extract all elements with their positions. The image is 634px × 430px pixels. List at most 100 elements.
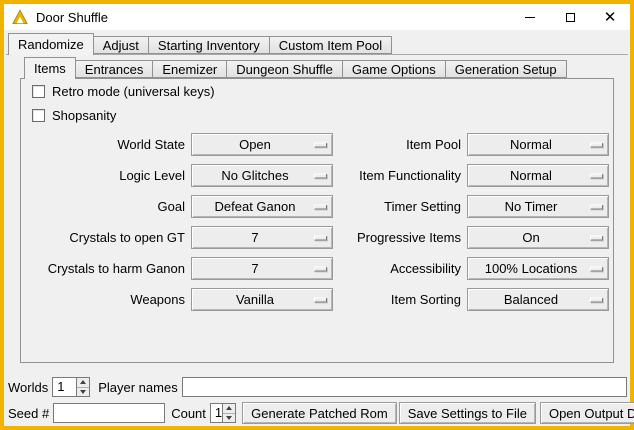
- tab-game-options[interactable]: Game Options: [342, 60, 446, 78]
- count-label: Count: [171, 406, 206, 421]
- weapons-label: Weapons: [30, 288, 185, 311]
- retro-mode-checkbox-label: Retro mode (universal keys): [52, 84, 215, 99]
- player-names-label: Player names: [98, 380, 177, 395]
- menu-indicator-icon: [314, 142, 327, 147]
- worlds-spinbox[interactable]: 1: [52, 377, 90, 397]
- item-pool-label: Item Pool: [339, 133, 461, 156]
- menu-indicator-icon: [590, 142, 603, 147]
- world-state-label: World State: [30, 133, 185, 156]
- crystals-harm-ganon-value: 7: [251, 261, 258, 276]
- item-pool-value: Normal: [510, 137, 552, 152]
- logic-level-label: Logic Level: [30, 164, 185, 187]
- tab-dungeon-shuffle[interactable]: Dungeon Shuffle: [226, 60, 343, 78]
- generation-row: Seed # Count 1 Generate Patched Rom Save…: [8, 402, 627, 424]
- outer-notebook-pane-border: [6, 54, 628, 55]
- tab-generation-setup[interactable]: Generation Setup: [445, 60, 567, 78]
- menu-indicator-icon: [590, 173, 603, 178]
- item-pool-dropdown[interactable]: Normal: [467, 133, 609, 156]
- weapons-dropdown[interactable]: Vanilla: [191, 288, 333, 311]
- item-functionality-dropdown[interactable]: Normal: [467, 164, 609, 187]
- arrow-up-icon[interactable]: [223, 404, 235, 413]
- menu-indicator-icon: [314, 235, 327, 240]
- count-value: 1: [211, 404, 222, 422]
- titlebar: Door Shuffle ✕: [4, 4, 630, 30]
- seed-input[interactable]: [53, 403, 165, 423]
- crystals-open-gt-label: Crystals to open GT: [30, 226, 185, 249]
- crystals-open-gt-value: 7: [251, 230, 258, 245]
- goal-label: Goal: [30, 195, 185, 218]
- inner-tab-bar: Items Entrances Enemizer Dungeon Shuffle…: [24, 57, 566, 78]
- menu-indicator-icon: [590, 297, 603, 302]
- menu-indicator-icon: [314, 266, 327, 271]
- progressive-items-dropdown[interactable]: On: [467, 226, 609, 249]
- seed-label: Seed #: [8, 406, 49, 421]
- open-output-directory-button[interactable]: Open Output Directory: [540, 402, 634, 424]
- progressive-items-label: Progressive Items: [339, 226, 461, 249]
- crystals-harm-ganon-dropdown[interactable]: 7: [191, 257, 333, 280]
- arrow-down-icon[interactable]: [223, 413, 235, 423]
- menu-indicator-icon: [314, 173, 327, 178]
- menu-indicator-icon: [590, 204, 603, 209]
- app-triforce-icon: [12, 9, 28, 25]
- close-button[interactable]: ✕: [590, 4, 630, 30]
- goal-dropdown[interactable]: Defeat Ganon: [191, 195, 333, 218]
- shopsanity-checkbox[interactable]: Shopsanity: [32, 107, 116, 123]
- tab-entrances[interactable]: Entrances: [75, 60, 154, 78]
- tab-starting-inventory[interactable]: Starting Inventory: [148, 36, 270, 54]
- count-spinner-buttons: [222, 404, 235, 422]
- menu-indicator-icon: [590, 235, 603, 240]
- maximize-icon: [566, 13, 575, 22]
- accessibility-value: 100% Locations: [485, 261, 578, 276]
- worlds-value: 1: [53, 378, 76, 396]
- logic-level-value: No Glitches: [221, 168, 288, 183]
- item-functionality-label: Item Functionality: [339, 164, 461, 187]
- logic-level-dropdown[interactable]: No Glitches: [191, 164, 333, 187]
- arrow-down-icon[interactable]: [77, 387, 89, 397]
- accessibility-label: Accessibility: [339, 257, 461, 280]
- main-content: Randomize Adjust Starting Inventory Cust…: [4, 30, 630, 426]
- generate-patched-rom-button[interactable]: Generate Patched Rom: [242, 402, 397, 424]
- multiworld-row: Worlds 1 Player names: [8, 376, 627, 398]
- tab-adjust[interactable]: Adjust: [93, 36, 149, 54]
- world-state-dropdown[interactable]: Open: [191, 133, 333, 156]
- player-names-input[interactable]: [182, 377, 627, 397]
- window-controls: ✕: [510, 4, 630, 30]
- weapons-value: Vanilla: [236, 292, 274, 307]
- window: Door Shuffle ✕ Randomize Adjust Starting…: [0, 0, 634, 430]
- progressive-items-value: On: [522, 230, 539, 245]
- options-grid: World State Open Item Pool Normal Logic …: [30, 133, 609, 311]
- item-sorting-dropdown[interactable]: Balanced: [467, 288, 609, 311]
- arrow-up-icon[interactable]: [77, 378, 89, 387]
- minimize-button[interactable]: [510, 4, 550, 30]
- item-sorting-value: Balanced: [504, 292, 558, 307]
- maximize-button[interactable]: [550, 4, 590, 30]
- worlds-spinner-buttons: [76, 378, 89, 396]
- crystals-harm-ganon-label: Crystals to harm Ganon: [30, 257, 185, 280]
- retro-mode-checkbox-box[interactable]: [32, 85, 45, 98]
- worlds-label: Worlds: [8, 380, 48, 395]
- menu-indicator-icon: [314, 204, 327, 209]
- timer-setting-label: Timer Setting: [339, 195, 461, 218]
- retro-mode-checkbox[interactable]: Retro mode (universal keys): [32, 83, 215, 99]
- item-sorting-label: Item Sorting: [339, 288, 461, 311]
- shopsanity-checkbox-label: Shopsanity: [52, 108, 116, 123]
- count-spinbox[interactable]: 1: [210, 403, 236, 423]
- tab-custom-item-pool[interactable]: Custom Item Pool: [269, 36, 392, 54]
- timer-setting-value: No Timer: [505, 199, 558, 214]
- timer-setting-dropdown[interactable]: No Timer: [467, 195, 609, 218]
- crystals-open-gt-dropdown[interactable]: 7: [191, 226, 333, 249]
- tab-randomize[interactable]: Randomize: [8, 33, 94, 55]
- minimize-icon: [525, 17, 535, 18]
- tab-items[interactable]: Items: [24, 57, 76, 79]
- item-functionality-value: Normal: [510, 168, 552, 183]
- accessibility-dropdown[interactable]: 100% Locations: [467, 257, 609, 280]
- menu-indicator-icon: [590, 266, 603, 271]
- menu-indicator-icon: [314, 297, 327, 302]
- shopsanity-checkbox-box[interactable]: [32, 109, 45, 122]
- goal-value: Defeat Ganon: [215, 199, 296, 214]
- window-title: Door Shuffle: [36, 10, 108, 25]
- tab-enemizer[interactable]: Enemizer: [152, 60, 227, 78]
- save-settings-button[interactable]: Save Settings to File: [399, 402, 536, 424]
- world-state-value: Open: [239, 137, 271, 152]
- outer-tab-bar: Randomize Adjust Starting Inventory Cust…: [8, 33, 391, 54]
